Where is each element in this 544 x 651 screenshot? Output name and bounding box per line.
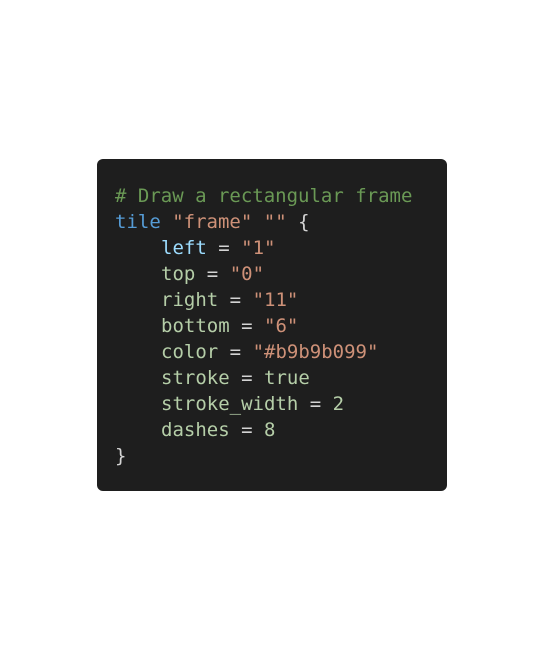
equals-sign: = xyxy=(241,367,253,389)
property-line-color: color = "#b9b9b099" xyxy=(115,339,447,365)
property-key: top xyxy=(161,263,196,285)
tile-keyword: tile xyxy=(115,211,161,233)
comment-line: # Draw a rectangular frame xyxy=(115,183,447,209)
property-value: "1" xyxy=(241,237,276,259)
property-key: bottom xyxy=(161,315,230,337)
property-value: true xyxy=(264,367,310,389)
property-key: stroke xyxy=(161,367,230,389)
equals-sign: = xyxy=(309,393,322,415)
property-key: right xyxy=(161,289,219,311)
property-value: 8 xyxy=(264,419,276,441)
equals-sign: = xyxy=(229,341,242,363)
close-brace: } xyxy=(115,445,127,467)
property-key: stroke_width xyxy=(161,393,299,415)
property-line-stroke: stroke = true xyxy=(115,365,447,391)
property-line-stroke-width: stroke_width = 2 xyxy=(115,391,447,417)
property-line-bottom: bottom = "6" xyxy=(115,313,447,339)
equals-sign: = xyxy=(206,263,219,285)
equals-sign: = xyxy=(241,315,253,337)
tile-declaration-line: tile "frame" "" { xyxy=(115,209,447,235)
property-key: color xyxy=(161,341,219,363)
code-block: # Draw a rectangular frame tile "frame" … xyxy=(97,159,447,491)
property-value: "#b9b9b099" xyxy=(252,341,379,363)
property-line-dashes: dashes = 8 xyxy=(115,417,447,443)
property-value: "0" xyxy=(229,263,265,285)
property-value: "11" xyxy=(252,289,299,311)
tile-label-string: "" xyxy=(263,211,287,233)
open-brace: { xyxy=(298,211,310,233)
equals-sign: = xyxy=(229,289,242,311)
tile-name-string: "frame" xyxy=(172,211,253,233)
property-value: 2 xyxy=(332,393,345,415)
property-value: "6" xyxy=(264,315,299,337)
equals-sign: = xyxy=(218,237,230,259)
equals-sign: = xyxy=(241,419,253,441)
property-key: dashes xyxy=(161,419,230,441)
property-line-left: left = "1" xyxy=(115,235,447,261)
code-comment: # Draw a rectangular frame xyxy=(115,185,413,207)
property-line-right: right = "11" xyxy=(115,287,447,313)
closing-line: } xyxy=(115,443,447,469)
property-key: left xyxy=(161,237,207,259)
property-line-top: top = "0" xyxy=(115,261,447,287)
